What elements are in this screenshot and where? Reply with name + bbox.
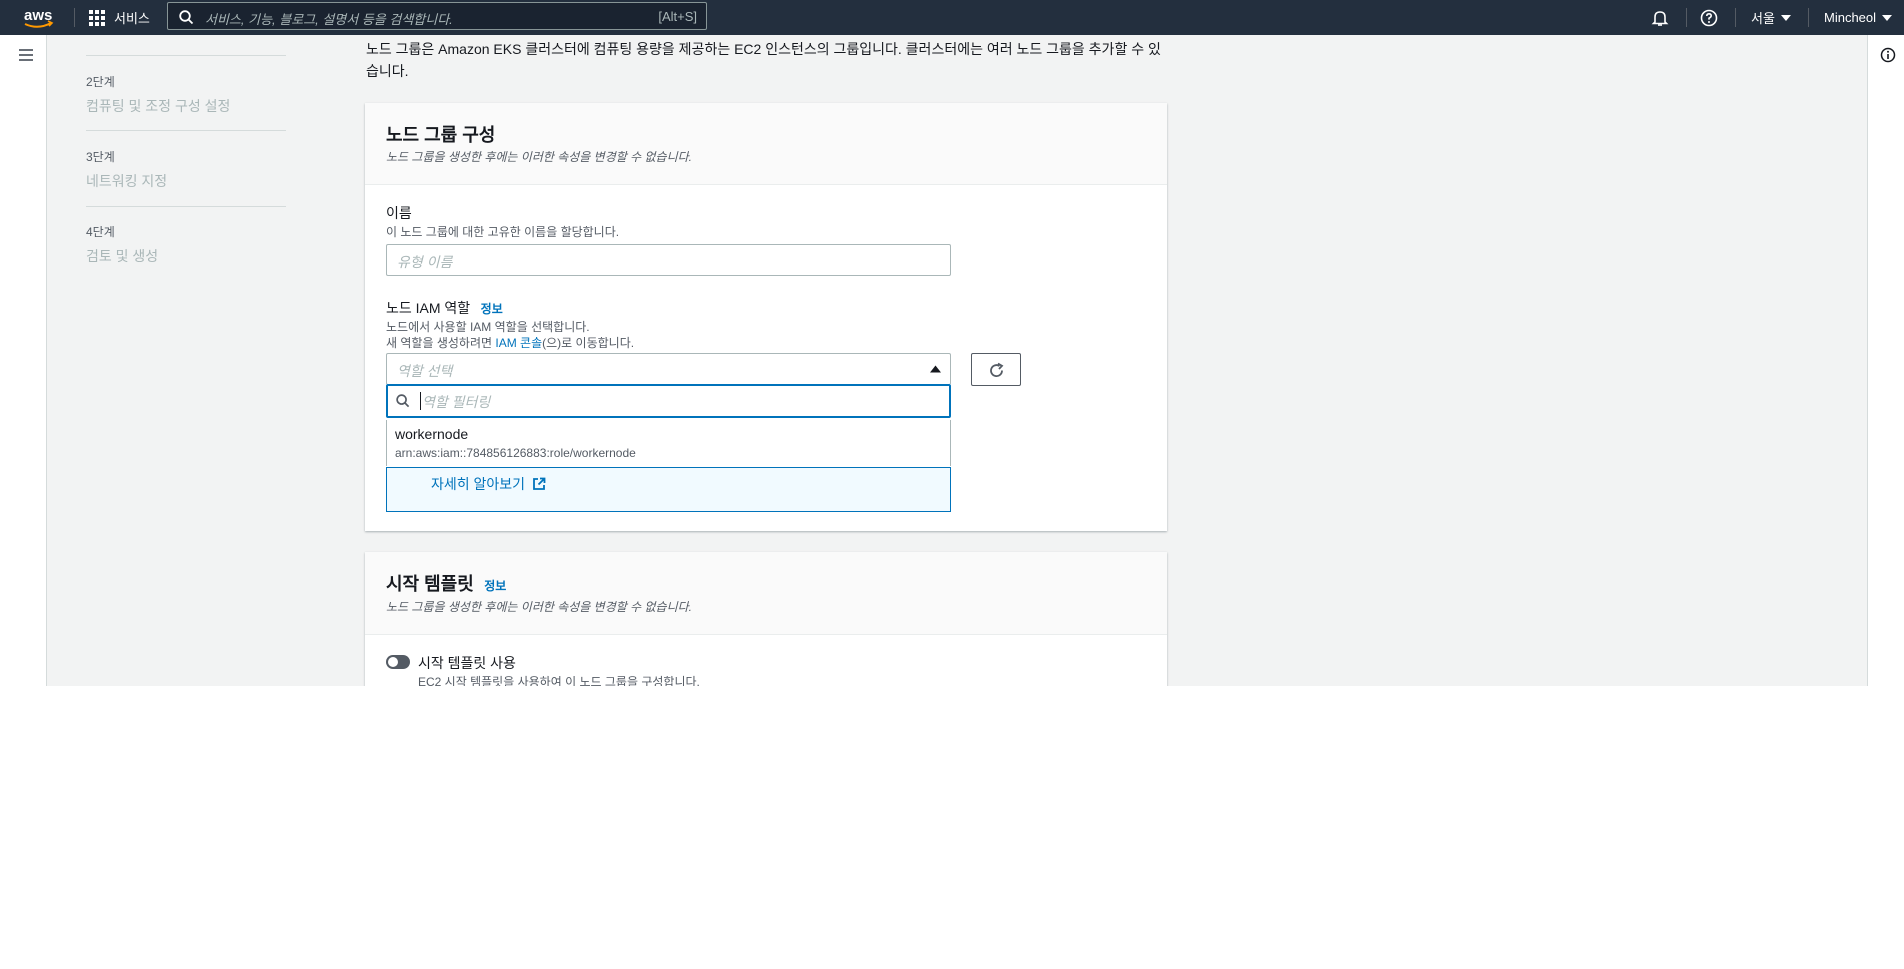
search-box[interactable]: 서비스, 기능, 블로그, 설명서 등을 검색합니다. [Alt+S]: [167, 2, 707, 30]
name-label: 이름: [386, 205, 412, 221]
toggle-description: EC2 시작 템플릿을 사용하여 이 노드 그룹을 구성합니다.: [418, 675, 700, 686]
iam-role-label-row: 노드 IAM 역할 정보: [386, 298, 503, 318]
viewport: aws 서비스 서비스, 기능, 블로그, 설명서 등을 검색합니다. [Alt…: [0, 0, 1904, 686]
external-link-icon: [533, 477, 546, 490]
aws-logo[interactable]: aws: [22, 0, 56, 35]
info-icon: [1880, 47, 1896, 63]
wizard-step-2[interactable]: 2단계 컴퓨팅 및 조정 구성 설정: [86, 73, 286, 116]
step-label: 검토 및 생성: [86, 248, 159, 264]
role-placeholder: 역할 선택: [397, 363, 453, 379]
role-option-name: workernode: [395, 426, 469, 442]
search-icon: [179, 10, 194, 25]
panel-description: 노드 그룹을 생성한 후에는 이러한 속성을 변경할 수 없습니다.: [386, 150, 693, 164]
iam-role-label: 노드 IAM 역할: [386, 300, 471, 316]
search-shortcut: [Alt+S]: [658, 9, 697, 24]
side-navigation-toggle-bar: [6, 35, 47, 686]
grid-icon: [89, 9, 105, 26]
role-select[interactable]: 역할 선택: [386, 353, 951, 385]
region-label: 서울: [1751, 11, 1775, 26]
wizard-step-4[interactable]: 4단계 검토 및 생성: [86, 223, 286, 266]
caret-down-icon: [1780, 14, 1791, 21]
step-divider: [86, 206, 286, 207]
menu-button[interactable]: [18, 48, 36, 64]
region-selector[interactable]: 서울: [1751, 0, 1791, 35]
step-divider: [86, 55, 286, 56]
role-filter-input[interactable]: 역할 필터링: [386, 384, 951, 418]
account-menu[interactable]: Mincheol: [1824, 0, 1893, 35]
aws-logo-icon: aws: [24, 7, 54, 28]
learn-more-label: 자세히 알아보기: [431, 476, 526, 492]
step-number: 4단계: [86, 225, 115, 239]
iam-console-link[interactable]: IAM 콘솔: [495, 336, 542, 350]
menu-icon: [19, 49, 33, 61]
caret-up-icon: [930, 365, 941, 373]
iam-description: 노드에서 사용할 IAM 역할을 선택합니다.: [386, 320, 590, 334]
intro-text: 노드 그룹은 Amazon EKS 클러스터에 컴퓨팅 용량을 제공하는 EC2…: [366, 41, 1161, 79]
step-divider: [86, 130, 286, 131]
iam-hint-prefix: 새 역할을 생성하려면: [386, 336, 496, 350]
caret-down-icon: [1882, 14, 1893, 21]
step-label: 컴퓨팅 및 조정 구성 설정: [86, 98, 231, 114]
iam-console-hint: 새 역할을 생성하려면 IAM 콘솔(으)로 이동합니다.: [386, 334, 634, 351]
role-option-arn: arn:aws:iam::784856126883:role/workernod…: [395, 446, 636, 460]
info-alert: 자세히 알아보기: [386, 467, 951, 512]
info-button[interactable]: [1880, 47, 1898, 65]
tools-panel-bar: [1867, 35, 1904, 686]
refresh-button[interactable]: [971, 353, 1021, 386]
panel-header: 노드 그룹 구성 노드 그룹을 생성한 후에는 이러한 속성을 변경할 수 없습…: [365, 103, 1167, 185]
name-placeholder: 유형 이름: [397, 254, 453, 270]
launch-template-toggle[interactable]: [386, 655, 410, 669]
notifications-button[interactable]: [1651, 0, 1669, 35]
iam-info-link[interactable]: 정보: [481, 302, 503, 316]
panel-title: 노드 그룹 구성: [386, 125, 496, 145]
toggle-icon: [388, 657, 398, 667]
name-input[interactable]: 유형 이름: [386, 244, 951, 276]
panel-header: 시작 템플릿 정보 노드 그룹을 생성한 후에는 이러한 속성을 변경할 수 없…: [365, 552, 1167, 635]
step-number: 2단계: [86, 75, 115, 89]
services-menu[interactable]: 서비스: [88, 0, 150, 35]
wizard-step-3[interactable]: 3단계 네트워킹 지정: [86, 148, 286, 191]
toggle-label: 시작 템플릿 사용: [418, 655, 516, 671]
learn-more-link[interactable]: 자세히 알아보기: [431, 474, 546, 494]
search-placeholder: 서비스, 기능, 블로그, 설명서 등을 검색합니다.: [205, 12, 453, 27]
step-label: 네트워킹 지정: [86, 173, 168, 189]
panel-title: 시작 템플릿: [386, 574, 474, 594]
services-label: 서비스: [114, 11, 150, 26]
panel-title-row: 시작 템플릿 정보: [386, 570, 506, 596]
launch-template-panel: 시작 템플릿 정보 노드 그룹을 생성한 후에는 이러한 속성을 변경할 수 없…: [365, 552, 1167, 686]
iam-hint-suffix: (으)로 이동합니다.: [542, 336, 635, 350]
name-description: 이 노드 그룹에 대한 고유한 이름을 할당합니다.: [386, 225, 620, 239]
panel-description: 노드 그룹을 생성한 후에는 이러한 속성을 변경할 수 없습니다.: [386, 600, 693, 614]
top-navigation-bar: aws 서비스 서비스, 기능, 블로그, 설명서 등을 검색합니다. [Alt…: [0, 0, 1904, 35]
bell-icon: [1651, 10, 1669, 26]
role-dropdown: 역할 필터링 workernode arn:aws:iam::784856126…: [386, 384, 951, 512]
launch-template-info-link[interactable]: 정보: [484, 579, 506, 593]
user-label: Mincheol: [1824, 10, 1877, 25]
refresh-icon: [990, 362, 1004, 377]
help-icon: [1700, 9, 1718, 26]
filter-placeholder: 역할 필터링: [422, 394, 491, 410]
search-icon: [396, 394, 410, 408]
step-number: 3단계: [86, 150, 115, 164]
help-button[interactable]: [1700, 0, 1718, 35]
role-option[interactable]: workernode arn:aws:iam::784856126883:rol…: [386, 420, 951, 466]
